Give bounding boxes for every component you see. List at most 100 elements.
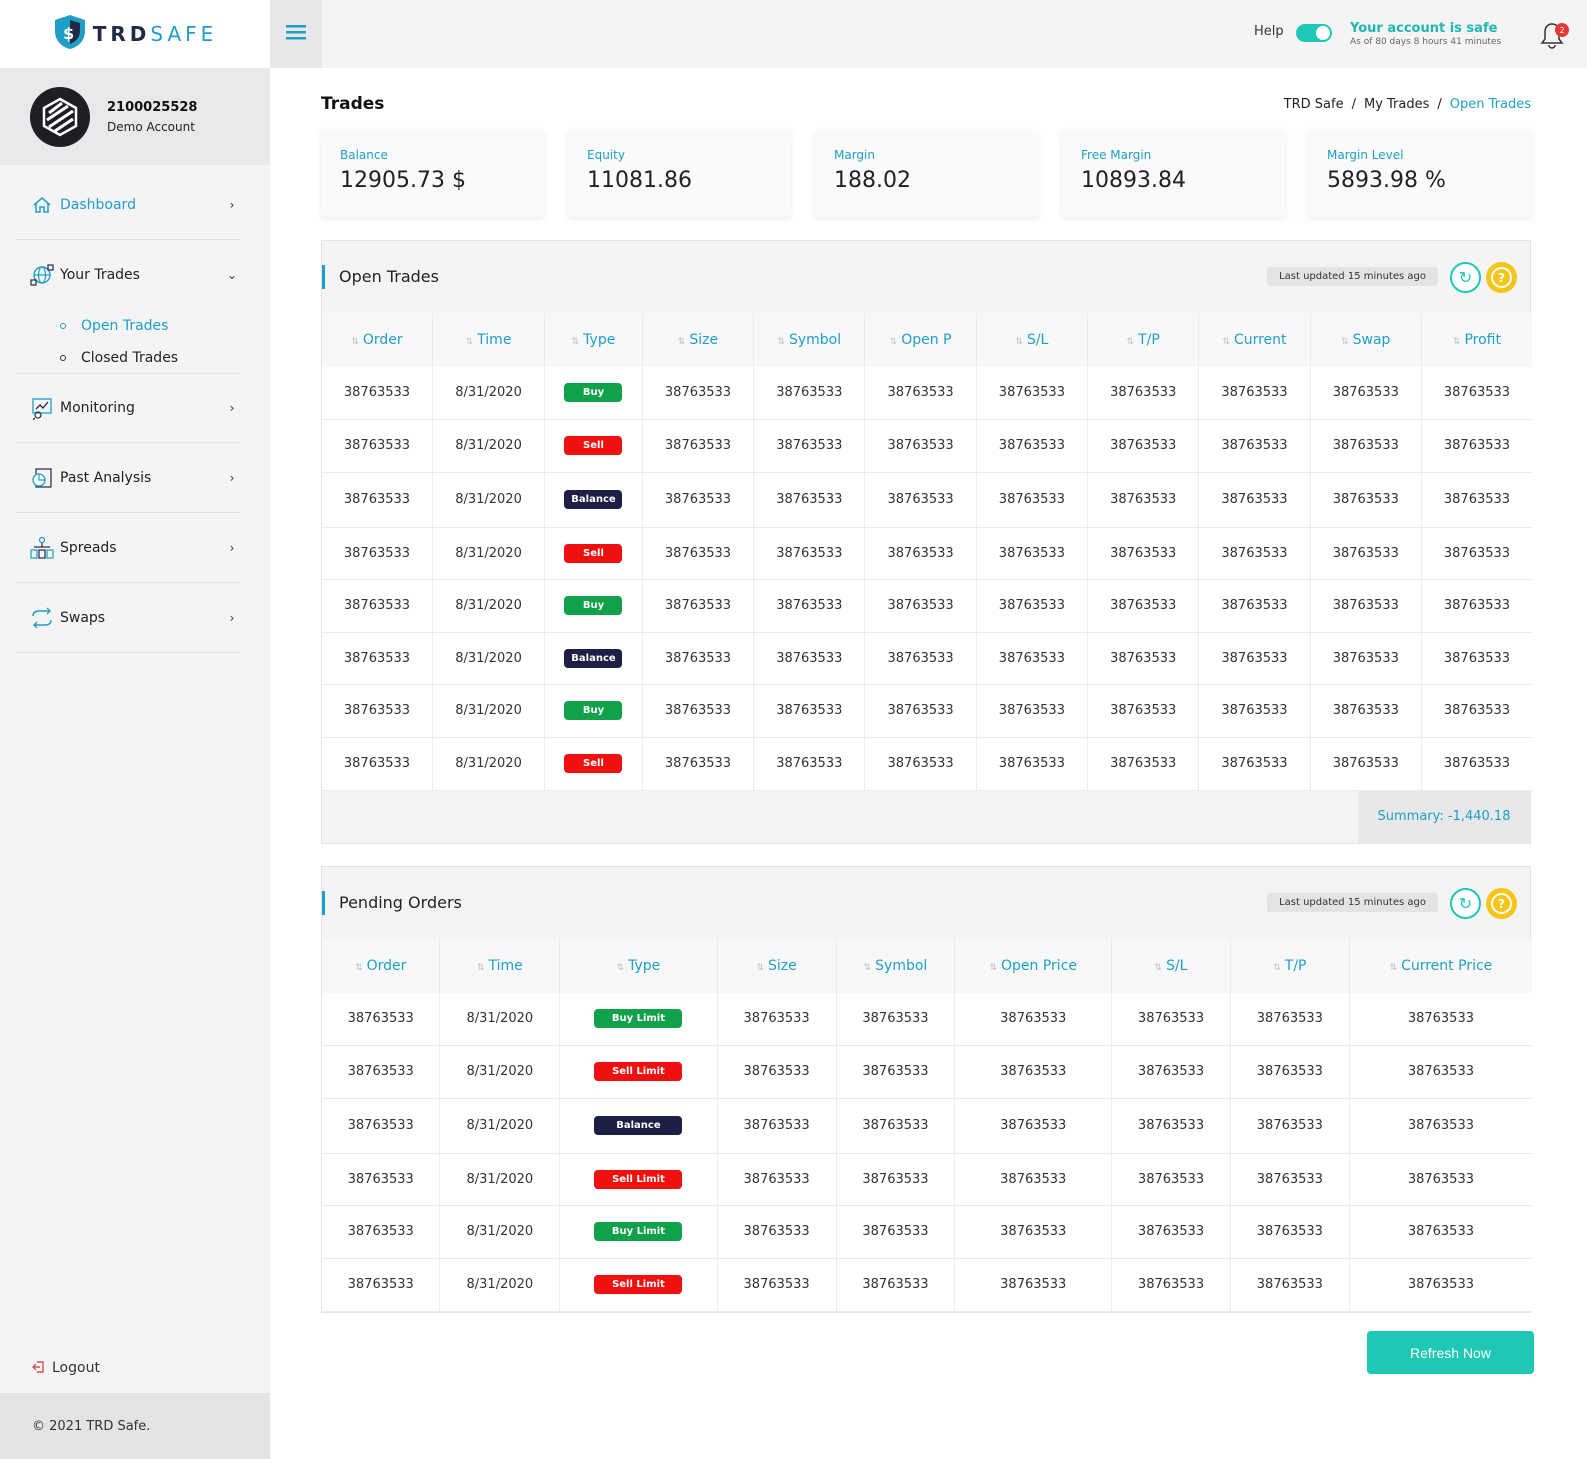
table-row[interactable]: 38763533 8/31/2020 Buy Limit 38763533 387635… <box>322 993 1532 1046</box>
sidebar-item-dashboard[interactable]: Dashboard › <box>16 170 240 240</box>
sidebar-item-spreads[interactable]: Spreads › <box>16 513 240 583</box>
table-cell: 38763533 <box>1349 993 1532 1046</box>
panel-title: Open Trades <box>339 267 439 286</box>
table-cell: 38763533 <box>1087 367 1200 420</box>
column-header[interactable]: ⇅ S/L <box>976 313 1089 367</box>
sort-icon: ⇅ <box>777 337 785 347</box>
column-header[interactable]: ⇅ T/P <box>1087 313 1200 367</box>
table-cell: 38763533 <box>864 367 977 420</box>
sort-icon: ⇅ <box>756 963 765 973</box>
table-cell: Balance <box>544 632 643 685</box>
sort-icon: ⇅ <box>989 963 998 973</box>
column-header[interactable]: ⇅ Current Price <box>1349 939 1532 993</box>
table-row[interactable]: 38763533 8/31/2020 Sell Limit 38763533 38763… <box>322 1258 1532 1312</box>
sort-icon: ⇅ <box>1389 963 1398 973</box>
table-cell: 38763533 <box>954 1098 1113 1154</box>
logo[interactable]: $ TRDSAFE <box>0 0 270 68</box>
column-header-label: Symbol <box>788 332 842 348</box>
table-cell: 38763533 <box>1230 1258 1350 1312</box>
sidebar-item-your-trades[interactable]: Your Trades ⌄ <box>16 240 240 310</box>
column-header[interactable]: ⇅ Open P <box>864 313 977 367</box>
refresh-icon[interactable]: ↻ <box>1450 888 1481 919</box>
help-toggle[interactable] <box>1296 24 1332 42</box>
sidebar-item-swaps[interactable]: Swaps › <box>16 583 240 653</box>
column-header[interactable]: ⇅ Time <box>432 313 546 367</box>
table-cell: 38763533 <box>976 367 1089 420</box>
column-header[interactable]: ⇅ Symbol <box>836 939 956 993</box>
sidebar-subitem-open-trades[interactable]: Open Trades <box>56 310 256 342</box>
column-header[interactable]: ⇅ Type <box>559 939 718 993</box>
sidebar-item-monitoring[interactable]: Monitoring › <box>16 373 240 443</box>
table-cell: 38763533 <box>1230 993 1350 1046</box>
table-cell: 38763533 <box>1198 737 1311 791</box>
column-header-label: Open Price <box>1001 958 1078 974</box>
column-header[interactable]: ⇅ Size <box>717 939 837 993</box>
table-cell: 8/31/2020 <box>432 579 546 633</box>
table-cell: 38763533 <box>1421 527 1532 580</box>
menu-toggle-button[interactable] <box>270 0 322 68</box>
help-icon[interactable]: ? <box>1486 888 1517 919</box>
breadcrumb-item-open-trades: Open Trades <box>1449 97 1531 112</box>
type-badge: Sell <box>564 543 623 563</box>
table-cell: 38763533 <box>864 419 977 473</box>
sort-icon: ⇅ <box>1126 337 1135 347</box>
table-cell: 38763533 <box>1087 579 1200 633</box>
column-header[interactable]: ⇅ T/P <box>1230 939 1350 993</box>
column-header-label: Order <box>362 332 403 348</box>
breadcrumb-item-trd-safe[interactable]: TRD Safe <box>1284 97 1344 112</box>
column-header-label: Order <box>366 958 407 974</box>
table-cell: Balance <box>544 472 643 528</box>
column-header[interactable]: ⇅ Swap <box>1310 313 1422 367</box>
table-cell: 38763533 <box>753 579 866 633</box>
column-header-label: Size <box>768 958 797 974</box>
column-header[interactable]: ⇅ S/L <box>1111 939 1231 993</box>
column-header[interactable]: ⇅ Size <box>642 313 755 367</box>
table-row[interactable]: 38763533 8/31/2020 Balance 38763533 38763533… <box>322 1098 1532 1154</box>
summary-value: Summary: -1,440.18 <box>1358 790 1530 843</box>
table-row[interactable]: 38763533 8/31/2020 Buy 38763533 38763533 3876… <box>322 684 1532 738</box>
sidebar-item-past-analysis[interactable]: Past Analysis › <box>16 443 240 513</box>
account-safe-title: Your account is safe <box>1350 21 1498 36</box>
table-cell: 38763533 <box>753 632 866 685</box>
table-row[interactable]: 38763533 8/31/2020 Buy Limit 38763533 387635… <box>322 1205 1532 1259</box>
help-icon[interactable]: ? <box>1486 262 1517 293</box>
table-cell: 38763533 <box>1310 367 1422 420</box>
table-cell: 38763533 <box>954 1258 1113 1312</box>
logout-link[interactable]: Logout <box>32 1360 100 1376</box>
column-header-label: Swap <box>1352 332 1391 348</box>
column-header-label: S/L <box>1166 958 1188 974</box>
column-header[interactable]: ⇅ Symbol <box>753 313 866 367</box>
table-cell: 8/31/2020 <box>432 367 546 420</box>
avatar[interactable] <box>30 86 90 147</box>
column-header[interactable]: ⇅ Current <box>1198 313 1311 367</box>
table-cell: 8/31/2020 <box>439 1098 561 1154</box>
breadcrumb-item-my-trades[interactable]: My Trades <box>1364 97 1429 112</box>
table-row[interactable]: 38763533 8/31/2020 Balance 38763533 38763533… <box>322 632 1532 685</box>
stat-card-balance: Balance 12905.73 $ <box>321 130 544 217</box>
column-header[interactable]: ⇅ Profit <box>1421 313 1532 367</box>
column-header[interactable]: ⇅ Open Price <box>954 939 1113 993</box>
table-cell: 38763533 <box>322 632 433 685</box>
column-header[interactable]: ⇅ Order <box>322 939 441 993</box>
refresh-icon[interactable]: ↻ <box>1450 262 1481 293</box>
table-row[interactable]: 38763533 8/31/2020 Balance 38763533 38763533… <box>322 472 1532 528</box>
table-cell: 8/31/2020 <box>439 993 561 1046</box>
column-header[interactable]: ⇅ Order <box>322 313 433 367</box>
table-cell: 38763533 <box>1198 419 1311 473</box>
table-row[interactable]: 38763533 8/31/2020 Sell 38763533 38763533 387… <box>322 737 1532 791</box>
column-header[interactable]: ⇅ Type <box>544 313 643 367</box>
table-cell: Buy <box>544 579 643 633</box>
column-header[interactable]: ⇅ Time <box>439 939 561 993</box>
column-header-label: Type <box>628 958 661 974</box>
sidebar-subitem-closed-trades[interactable]: Closed Trades <box>56 342 256 374</box>
table-cell: 38763533 <box>322 1205 441 1259</box>
shield-logo-icon: $ <box>53 14 87 54</box>
table-row[interactable]: 38763533 8/31/2020 Buy 38763533 38763533 3876… <box>322 367 1532 420</box>
stat-label: Margin <box>834 148 875 162</box>
table-row[interactable]: 38763533 8/31/2020 Buy 38763533 38763533 3876… <box>322 579 1532 633</box>
refresh-now-button[interactable]: Refresh Now <box>1367 1331 1534 1374</box>
table-row[interactable]: 38763533 8/31/2020 Sell Limit 38763533 38763… <box>322 1153 1532 1206</box>
table-row[interactable]: 38763533 8/31/2020 Sell 38763533 38763533 387… <box>322 527 1532 580</box>
table-row[interactable]: 38763533 8/31/2020 Sell Limit 38763533 38763… <box>322 1045 1532 1099</box>
table-row[interactable]: 38763533 8/31/2020 Sell 38763533 38763533 387… <box>322 419 1532 473</box>
